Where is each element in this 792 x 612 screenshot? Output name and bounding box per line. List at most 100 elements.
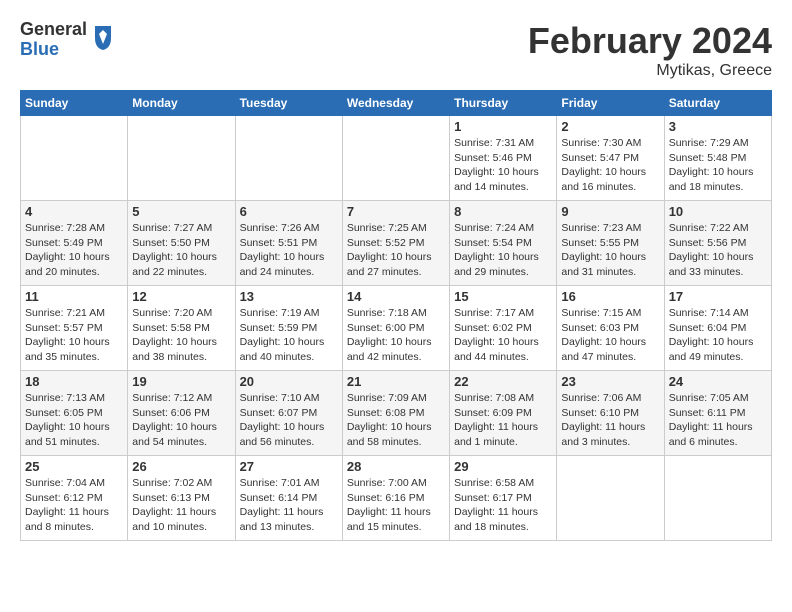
- calendar-cell: [664, 456, 771, 541]
- calendar-cell: 18 Sunrise: 7:13 AMSunset: 6:05 PMDayligh…: [21, 371, 128, 456]
- week-row-2: 11 Sunrise: 7:21 AMSunset: 5:57 PMDayligh…: [21, 286, 772, 371]
- week-row-0: 1 Sunrise: 7:31 AMSunset: 5:46 PMDaylight…: [21, 116, 772, 201]
- day-number: 25: [25, 459, 123, 474]
- day-number: 24: [669, 374, 767, 389]
- day-info: Sunrise: 7:02 AMSunset: 6:13 PMDaylight:…: [132, 476, 230, 535]
- day-info: Sunrise: 7:17 AMSunset: 6:02 PMDaylight:…: [454, 306, 552, 365]
- calendar-cell: 13 Sunrise: 7:19 AMSunset: 5:59 PMDayligh…: [235, 286, 342, 371]
- day-info: Sunrise: 7:05 AMSunset: 6:11 PMDaylight:…: [669, 391, 767, 450]
- calendar-cell: 3 Sunrise: 7:29 AMSunset: 5:48 PMDaylight…: [664, 116, 771, 201]
- calendar-cell: 16Sunrise: 7:15 AMSunset: 6:03 PMDayligh…: [557, 286, 664, 371]
- calendar-cell: [21, 116, 128, 201]
- calendar-cell: 6 Sunrise: 7:26 AMSunset: 5:51 PMDaylight…: [235, 201, 342, 286]
- day-info: Sunrise: 7:31 AMSunset: 5:46 PMDaylight:…: [454, 136, 552, 195]
- calendar-cell: 17 Sunrise: 7:14 AMSunset: 6:04 PMDayligh…: [664, 286, 771, 371]
- day-number: 10: [669, 204, 767, 219]
- day-number: 8: [454, 204, 552, 219]
- calendar-body: 1 Sunrise: 7:31 AMSunset: 5:46 PMDaylight…: [21, 116, 772, 541]
- calendar-cell: [235, 116, 342, 201]
- day-number: 19: [132, 374, 230, 389]
- day-info: Sunrise: 7:14 AMSunset: 6:04 PMDaylight:…: [669, 306, 767, 365]
- day-info: Sunrise: 7:06 AMSunset: 6:10 PMDaylight:…: [561, 391, 659, 450]
- day-number: 4: [25, 204, 123, 219]
- calendar-cell: 7Sunrise: 7:25 AMSunset: 5:52 PMDaylight…: [342, 201, 449, 286]
- calendar-cell: 8 Sunrise: 7:24 AMSunset: 5:54 PMDaylight…: [450, 201, 557, 286]
- logo-general: General: [20, 20, 87, 40]
- day-info: Sunrise: 7:01 AMSunset: 6:14 PMDaylight:…: [240, 476, 338, 535]
- day-header-friday: Friday: [557, 91, 664, 116]
- title-area: February 2024 Mytikas, Greece: [528, 20, 772, 80]
- calendar-cell: [128, 116, 235, 201]
- day-number: 26: [132, 459, 230, 474]
- calendar-cell: 4 Sunrise: 7:28 AMSunset: 5:49 PMDaylight…: [21, 201, 128, 286]
- day-info: Sunrise: 7:26 AMSunset: 5:51 PMDaylight:…: [240, 221, 338, 280]
- calendar-cell: [342, 116, 449, 201]
- day-info: Sunrise: 7:09 AMSunset: 6:08 PMDaylight:…: [347, 391, 445, 450]
- day-number: 1: [454, 119, 552, 134]
- day-number: 12: [132, 289, 230, 304]
- logo-text: General Blue: [20, 20, 87, 60]
- day-number: 11: [25, 289, 123, 304]
- calendar-cell: 14Sunrise: 7:18 AMSunset: 6:00 PMDayligh…: [342, 286, 449, 371]
- day-info: Sunrise: 7:21 AMSunset: 5:57 PMDaylight:…: [25, 306, 123, 365]
- day-header-thursday: Thursday: [450, 91, 557, 116]
- day-info: Sunrise: 7:20 AMSunset: 5:58 PMDaylight:…: [132, 306, 230, 365]
- calendar-cell: 23 Sunrise: 7:06 AMSunset: 6:10 PMDayligh…: [557, 371, 664, 456]
- week-row-4: 25 Sunrise: 7:04 AMSunset: 6:12 PMDayligh…: [21, 456, 772, 541]
- calendar-cell: 24 Sunrise: 7:05 AMSunset: 6:11 PMDayligh…: [664, 371, 771, 456]
- day-info: Sunrise: 7:28 AMSunset: 5:49 PMDaylight:…: [25, 221, 123, 280]
- day-number: 22: [454, 374, 552, 389]
- day-number: 20: [240, 374, 338, 389]
- day-number: 5: [132, 204, 230, 219]
- day-info: Sunrise: 7:08 AMSunset: 6:09 PMDaylight:…: [454, 391, 552, 450]
- calendar-header: SundayMondayTuesdayWednesdayThursdayFrid…: [21, 91, 772, 116]
- day-info: Sunrise: 7:13 AMSunset: 6:05 PMDaylight:…: [25, 391, 123, 450]
- month-title: February 2024: [528, 20, 772, 62]
- page-header: General Blue February 2024 Mytikas, Gree…: [20, 20, 772, 80]
- calendar-cell: 26 Sunrise: 7:02 AMSunset: 6:13 PMDayligh…: [128, 456, 235, 541]
- calendar-cell: 12 Sunrise: 7:20 AMSunset: 5:58 PMDayligh…: [128, 286, 235, 371]
- day-number: 27: [240, 459, 338, 474]
- day-number: 3: [669, 119, 767, 134]
- day-number: 18: [25, 374, 123, 389]
- day-info: Sunrise: 7:30 AMSunset: 5:47 PMDaylight:…: [561, 136, 659, 195]
- day-header-saturday: Saturday: [664, 91, 771, 116]
- calendar-cell: 10Sunrise: 7:22 AMSunset: 5:56 PMDayligh…: [664, 201, 771, 286]
- day-number: 15: [454, 289, 552, 304]
- day-info: Sunrise: 7:04 AMSunset: 6:12 PMDaylight:…: [25, 476, 123, 535]
- day-header-monday: Monday: [128, 91, 235, 116]
- calendar-cell: 1 Sunrise: 7:31 AMSunset: 5:46 PMDaylight…: [450, 116, 557, 201]
- day-number: 6: [240, 204, 338, 219]
- calendar-cell: 9 Sunrise: 7:23 AMSunset: 5:55 PMDaylight…: [557, 201, 664, 286]
- day-info: Sunrise: 7:24 AMSunset: 5:54 PMDaylight:…: [454, 221, 552, 280]
- week-row-3: 18 Sunrise: 7:13 AMSunset: 6:05 PMDayligh…: [21, 371, 772, 456]
- day-info: Sunrise: 7:23 AMSunset: 5:55 PMDaylight:…: [561, 221, 659, 280]
- calendar-cell: 5 Sunrise: 7:27 AMSunset: 5:50 PMDaylight…: [128, 201, 235, 286]
- day-header-tuesday: Tuesday: [235, 91, 342, 116]
- week-row-1: 4 Sunrise: 7:28 AMSunset: 5:49 PMDaylight…: [21, 201, 772, 286]
- calendar-cell: 27 Sunrise: 7:01 AMSunset: 6:14 PMDayligh…: [235, 456, 342, 541]
- day-info: Sunrise: 7:19 AMSunset: 5:59 PMDaylight:…: [240, 306, 338, 365]
- day-number: 23: [561, 374, 659, 389]
- calendar-cell: [557, 456, 664, 541]
- calendar-cell: 20 Sunrise: 7:10 AMSunset: 6:07 PMDayligh…: [235, 371, 342, 456]
- day-header-wednesday: Wednesday: [342, 91, 449, 116]
- day-header-sunday: Sunday: [21, 91, 128, 116]
- day-info: Sunrise: 7:27 AMSunset: 5:50 PMDaylight:…: [132, 221, 230, 280]
- calendar-cell: 11 Sunrise: 7:21 AMSunset: 5:57 PMDayligh…: [21, 286, 128, 371]
- calendar-cell: 19 Sunrise: 7:12 AMSunset: 6:06 PMDayligh…: [128, 371, 235, 456]
- day-info: Sunrise: 7:12 AMSunset: 6:06 PMDaylight:…: [132, 391, 230, 450]
- day-info: Sunrise: 7:29 AMSunset: 5:48 PMDaylight:…: [669, 136, 767, 195]
- day-number: 2: [561, 119, 659, 134]
- day-number: 21: [347, 374, 445, 389]
- day-info: Sunrise: 7:10 AMSunset: 6:07 PMDaylight:…: [240, 391, 338, 450]
- calendar-cell: 21 Sunrise: 7:09 AMSunset: 6:08 PMDayligh…: [342, 371, 449, 456]
- day-info: Sunrise: 7:15 AMSunset: 6:03 PMDaylight:…: [561, 306, 659, 365]
- calendar-table: SundayMondayTuesdayWednesdayThursdayFrid…: [20, 90, 772, 541]
- day-number: 17: [669, 289, 767, 304]
- day-info: Sunrise: 6:58 AMSunset: 6:17 PMDaylight:…: [454, 476, 552, 535]
- day-number: 9: [561, 204, 659, 219]
- location: Mytikas, Greece: [528, 62, 772, 80]
- day-number: 13: [240, 289, 338, 304]
- calendar-cell: 25 Sunrise: 7:04 AMSunset: 6:12 PMDayligh…: [21, 456, 128, 541]
